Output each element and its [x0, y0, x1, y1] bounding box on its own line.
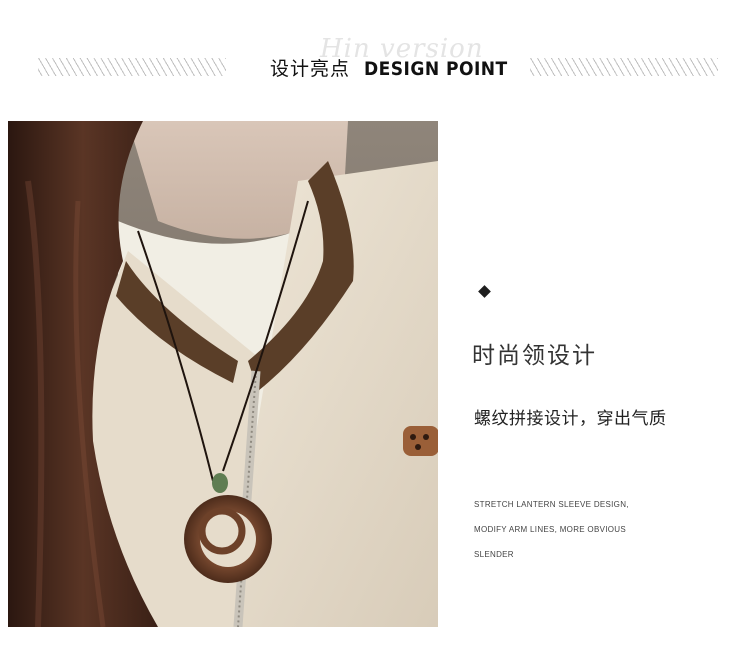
feature-subtitle: 螺纹拼接设计，穿出气质 [474, 409, 667, 429]
product-photo [8, 121, 438, 627]
feature-title: 时尚领设计 [472, 343, 597, 369]
description-line: STRETCH LANTERN SLEEVE DESIGN, [474, 500, 629, 509]
feature-description: STRETCH LANTERN SLEEVE DESIGN, MODIFY AR… [474, 499, 734, 574]
section-title-cn: 设计亮点 [270, 58, 351, 80]
decorative-slashes-left [38, 58, 226, 76]
decorative-slashes-right [530, 58, 718, 76]
section-title: 设计亮点 DESIGN POINT [270, 54, 524, 81]
header-section: Hin version 设计亮点 DESIGN POINT [0, 0, 750, 120]
description-line: SLENDER [474, 550, 514, 559]
description-line: MODIFY ARM LINES, MORE OBVIOUS [474, 525, 626, 534]
section-title-en: DESIGN POINT [364, 58, 508, 80]
diamond-bullet-icon [478, 285, 491, 298]
